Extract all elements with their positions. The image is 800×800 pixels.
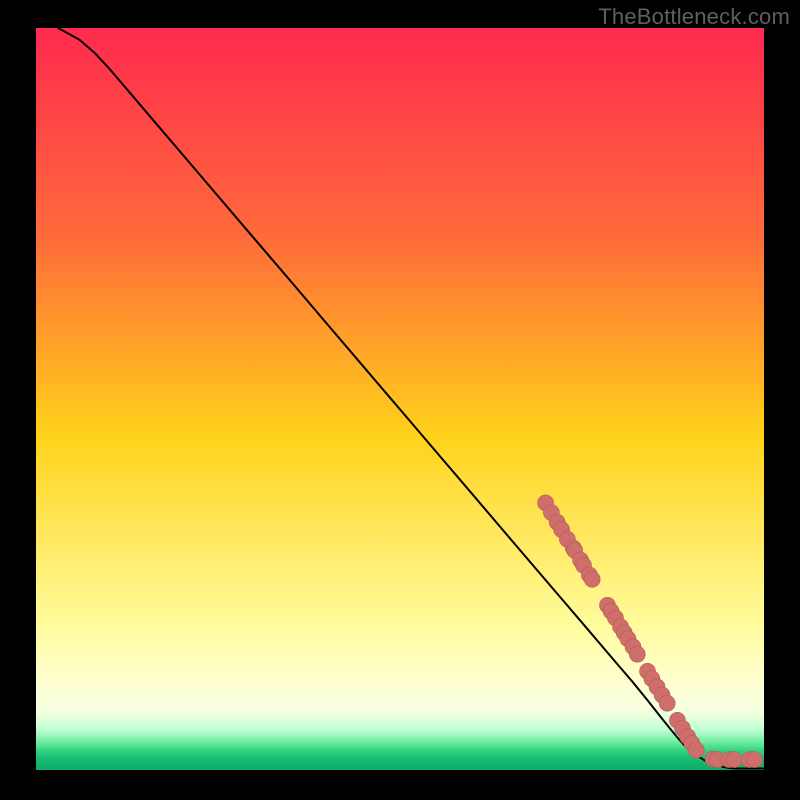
- data-point: [688, 742, 704, 758]
- chart-frame: TheBottleneck.com: [0, 0, 800, 800]
- data-point: [747, 752, 763, 768]
- plot-area: [36, 28, 764, 770]
- watermark-text: TheBottleneck.com: [598, 4, 790, 30]
- data-point: [726, 752, 742, 768]
- data-point: [659, 695, 675, 711]
- data-point: [584, 571, 600, 587]
- gradient-background: [36, 28, 764, 770]
- chart-svg: [36, 28, 764, 770]
- data-point: [629, 646, 645, 662]
